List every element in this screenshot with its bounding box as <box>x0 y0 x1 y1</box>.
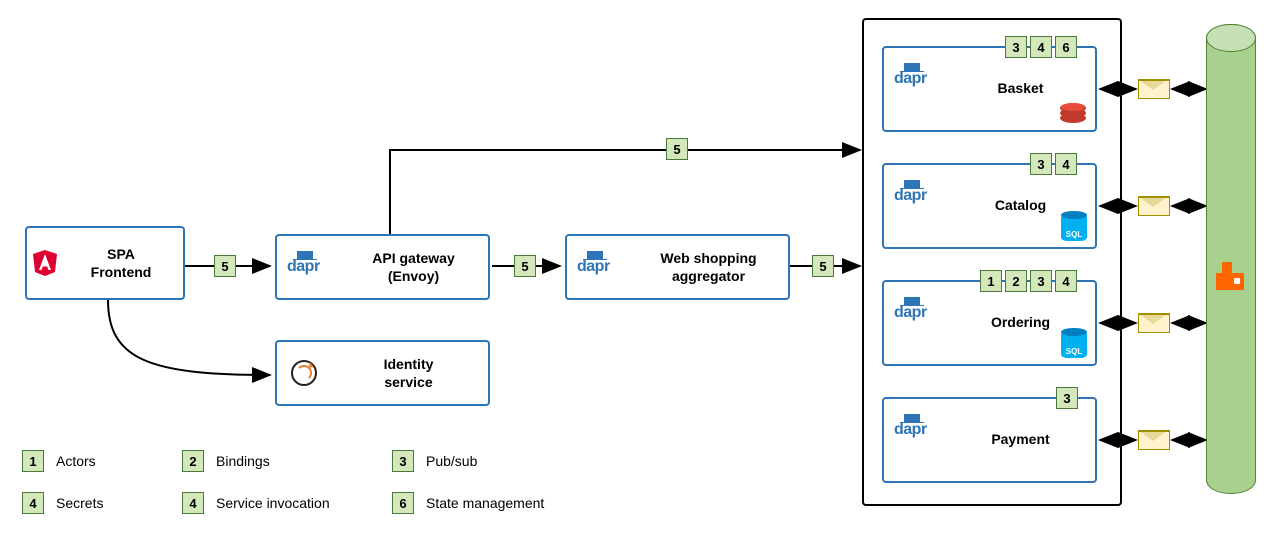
badges-catalog: 3 4 <box>1030 153 1079 175</box>
edge-badge-spa-gw: 5 <box>214 255 238 277</box>
legend-item: 1Actors <box>22 450 96 472</box>
node-gateway-label: API gateway (Envoy) <box>347 250 480 285</box>
legend-item: 3Pub/sub <box>392 450 477 472</box>
legend-item: 6State management <box>392 492 544 514</box>
badges-ordering: 1 2 3 4 <box>980 270 1079 292</box>
sql-icon: SQL <box>1061 330 1087 358</box>
redis-icon <box>1059 102 1087 124</box>
angular-icon <box>33 250 57 276</box>
badges-basket: 3 4 6 <box>1005 36 1079 58</box>
sql-icon: SQL <box>1061 213 1087 241</box>
badges-payment: 3 <box>1056 387 1080 409</box>
dapr-icon: dapr <box>894 421 927 439</box>
envelope-icon <box>1138 79 1170 99</box>
node-ordering: dapr Ordering SQL <box>882 280 1097 366</box>
node-aggregator: dapr Web shopping aggregator <box>565 234 790 300</box>
node-gateway: dapr API gateway (Envoy) <box>275 234 490 300</box>
message-bus <box>1206 24 1256 494</box>
dapr-icon: dapr <box>894 70 927 88</box>
node-identity: Identity service <box>275 340 490 406</box>
node-identity-label: Identity service <box>337 356 480 391</box>
envelope-icon <box>1138 196 1170 216</box>
dapr-icon: dapr <box>577 258 610 276</box>
node-aggregator-label: Web shopping aggregator <box>637 250 780 285</box>
dapr-icon: dapr <box>894 187 927 205</box>
node-spa-label: SPA Frontend <box>67 246 175 281</box>
node-basket: dapr Basket <box>882 46 1097 132</box>
envelope-icon <box>1138 430 1170 450</box>
identity-icon <box>291 360 317 386</box>
node-payment-label: Payment <box>954 431 1087 449</box>
edge-badge-gw-up: 5 <box>666 138 690 160</box>
edge-badge-agg-svc: 5 <box>812 255 836 277</box>
legend-item: 2Bindings <box>182 450 270 472</box>
dapr-icon: dapr <box>894 304 927 322</box>
node-catalog: dapr Catalog SQL <box>882 163 1097 249</box>
envelope-icon <box>1138 313 1170 333</box>
node-basket-label: Basket <box>954 80 1087 98</box>
node-spa: SPA Frontend <box>25 226 185 300</box>
rabbitmq-icon <box>1216 262 1244 290</box>
dapr-icon: dapr <box>287 258 320 276</box>
legend-item: 4Service invocation <box>182 492 330 514</box>
legend-item: 4Secrets <box>22 492 103 514</box>
edge-badge-gw-agg: 5 <box>514 255 538 277</box>
node-payment: dapr Payment <box>882 397 1097 483</box>
